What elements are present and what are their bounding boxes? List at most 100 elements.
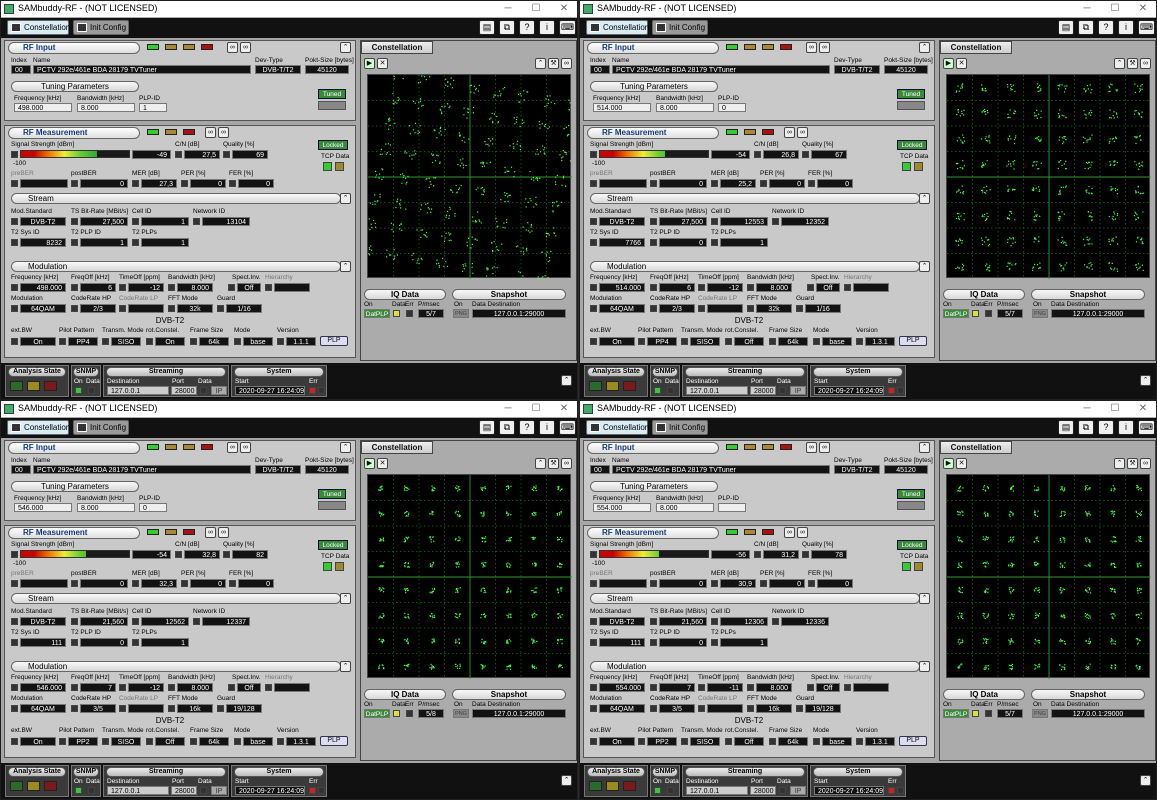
tuning-bandwidth-input[interactable]: 8.000 [656, 503, 714, 512]
time-off-check[interactable] [119, 684, 126, 691]
ext-bw-check[interactable] [11, 738, 18, 745]
ext-bw-check[interactable] [590, 738, 597, 745]
transm-mode-check[interactable] [681, 338, 688, 345]
meas-link-icon[interactable]: ∞ [784, 127, 795, 138]
plp-button[interactable]: PLP [320, 336, 348, 346]
fft-mode-check[interactable] [168, 305, 175, 312]
cn-check[interactable] [754, 551, 761, 558]
fer-check[interactable] [808, 580, 815, 587]
per-check[interactable] [181, 180, 188, 187]
plp-button[interactable]: PLP [899, 736, 927, 746]
ts-bitrate-check[interactable] [650, 218, 657, 225]
mod-standard-check[interactable] [11, 218, 18, 225]
constellation-button[interactable]: Constellation [7, 20, 70, 35]
constellation-tab[interactable]: Constellation [361, 41, 433, 54]
transm-mode-check[interactable] [102, 738, 109, 745]
link-toggle-icon[interactable]: ∞ [1140, 58, 1151, 69]
quality-check[interactable] [223, 151, 230, 158]
play-icon[interactable]: ▶ [943, 458, 954, 469]
spect-inv-check[interactable] [807, 684, 814, 691]
ext-bw-check[interactable] [11, 338, 18, 345]
coderate-lp-check[interactable] [698, 705, 705, 712]
png-toggle[interactable]: PNG [1032, 709, 1048, 718]
cell-id-check[interactable] [711, 218, 718, 225]
per-check[interactable] [760, 580, 767, 587]
quality-check[interactable] [802, 551, 809, 558]
network-id-check[interactable] [193, 618, 200, 625]
stream-destination-input[interactable]: 127.0.0.1 [686, 386, 748, 395]
meas-link-alt-icon[interactable]: ∞ [218, 527, 229, 538]
meas-link-alt-icon[interactable]: ∞ [218, 127, 229, 138]
guard-check[interactable] [796, 705, 803, 712]
link-alt-icon[interactable]: ∞ [819, 42, 830, 53]
modulation-check[interactable] [11, 705, 18, 712]
modulation-collapse-icon[interactable]: ⌃ [919, 661, 930, 672]
document-icon[interactable]: ▤ [479, 420, 495, 435]
coderate-lp-check[interactable] [698, 305, 705, 312]
quality-check[interactable] [802, 151, 809, 158]
coderate-lp-check[interactable] [119, 705, 126, 712]
mode-check[interactable] [234, 738, 241, 745]
frame-size-check[interactable] [769, 738, 776, 745]
spect-inv-check[interactable] [807, 284, 814, 291]
close-button[interactable]: ✕ [1132, 2, 1154, 16]
link-toggle-icon[interactable]: ∞ [1140, 458, 1151, 469]
ts-bitrate-check[interactable] [71, 218, 78, 225]
statusbar-collapse-icon[interactable]: ⌃ [1140, 775, 1151, 786]
constellation-collapse-icon[interactable]: ⌃ [535, 458, 546, 469]
rot-constel-check[interactable] [725, 738, 732, 745]
minimize-button[interactable]: ─ [1076, 402, 1098, 416]
link-icon[interactable]: ∞ [806, 442, 817, 453]
meas-link-alt-icon[interactable]: ∞ [797, 527, 808, 538]
help-icon[interactable]: ? [1098, 420, 1114, 435]
freq-off-check[interactable] [71, 684, 78, 691]
png-toggle[interactable]: PNG [453, 709, 469, 718]
init-config-button[interactable]: Init Config [652, 20, 708, 35]
stop-icon[interactable]: ✕ [377, 458, 388, 469]
info-icon[interactable]: i [1118, 420, 1134, 435]
mod-standard-check[interactable] [11, 618, 18, 625]
meas-link-icon[interactable]: ∞ [784, 527, 795, 538]
stream-port-input[interactable]: 28000 [750, 786, 776, 795]
keyboard-icon[interactable]: ⌨ [1138, 20, 1155, 35]
meas-link-icon[interactable]: ∞ [205, 527, 216, 538]
preber-check[interactable] [11, 180, 18, 187]
copy-icon[interactable]: ⧉ [1078, 420, 1094, 435]
stream-collapse-icon[interactable]: ⌃ [340, 593, 351, 604]
pilot-pattern-check[interactable] [59, 338, 66, 345]
mer-check[interactable] [711, 180, 718, 187]
pilot-pattern-check[interactable] [638, 338, 645, 345]
close-button[interactable]: ✕ [553, 2, 575, 16]
coderate-lp-check[interactable] [119, 305, 126, 312]
mod-standard-check[interactable] [590, 218, 597, 225]
datplp-toggle[interactable]: DatPLP [364, 309, 390, 318]
ext-bw-check[interactable] [590, 338, 597, 345]
t2-plp-id-check[interactable] [650, 239, 657, 246]
t2-sys-id-check[interactable] [590, 239, 597, 246]
stream-port-input[interactable]: 28000 [750, 386, 776, 395]
t2-sys-id-check[interactable] [11, 639, 18, 646]
cn-check[interactable] [175, 551, 182, 558]
constellation-collapse-icon[interactable]: ⌃ [1114, 58, 1125, 69]
tune-toggle[interactable] [318, 501, 346, 510]
tools-icon[interactable]: ⚒ [1127, 58, 1138, 69]
mod-bandwidth-check[interactable] [168, 684, 175, 691]
version-check[interactable] [277, 338, 284, 345]
coderate-hp-check[interactable] [71, 305, 78, 312]
datplp-toggle[interactable]: DatPLP [364, 709, 390, 718]
document-icon[interactable]: ▤ [1058, 420, 1074, 435]
postber-check[interactable] [71, 580, 78, 587]
constellation-tab[interactable]: Constellation [940, 41, 1012, 54]
fft-mode-check[interactable] [747, 705, 754, 712]
info-icon[interactable]: i [539, 420, 555, 435]
tuning-bandwidth-input[interactable]: 8.000 [656, 103, 714, 112]
stream-collapse-icon[interactable]: ⌃ [919, 193, 930, 204]
plp-button[interactable]: PLP [899, 336, 927, 346]
stop-icon[interactable]: ✕ [956, 458, 967, 469]
time-off-check[interactable] [119, 284, 126, 291]
modulation-collapse-icon[interactable]: ⌃ [340, 661, 351, 672]
network-id-check[interactable] [772, 618, 779, 625]
postber-check[interactable] [650, 580, 657, 587]
tuning-frequency-input[interactable]: 514.000 [593, 103, 651, 112]
mod-frequency-check[interactable] [590, 684, 597, 691]
